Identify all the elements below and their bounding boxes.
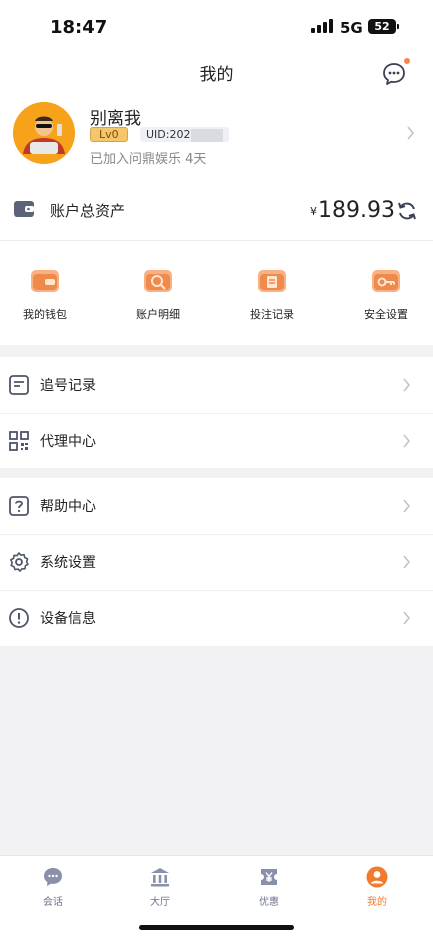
tab-mine[interactable]: 我的 [347, 866, 407, 912]
wallet-icon [31, 270, 59, 292]
status-time: 18:47 [50, 17, 108, 38]
quick-action-account-details[interactable]: 账户明细 [108, 267, 208, 327]
quick-action-label: 我的钱包 [23, 308, 67, 321]
message-bubble-icon[interactable] [381, 61, 407, 87]
menu-item-chase-records[interactable]: 追号记录 [0, 357, 433, 413]
gear-icon [10, 552, 29, 572]
uid-label: UID:202 [140, 127, 230, 142]
account-details-icon [144, 270, 172, 292]
chevron-right-icon [407, 126, 415, 140]
chevron-right-icon [403, 611, 411, 625]
question-box-icon [9, 496, 29, 516]
bet-record-icon [258, 270, 286, 292]
tab-label: 大厅 [150, 897, 170, 908]
notification-dot [404, 58, 410, 64]
quick-action-label: 投注记录 [250, 308, 294, 321]
chevron-right-icon [403, 434, 411, 448]
user-icon [366, 866, 388, 888]
username: 别离我 [90, 109, 141, 129]
battery-icon: 52 [368, 19, 399, 34]
chevron-right-icon [403, 555, 411, 569]
total-assets-row: 账户总资产 ¥ 189.93 [0, 178, 433, 241]
menu-item-label: 设备信息 [40, 611, 96, 627]
quick-actions: 我的钱包 账户明细 投注记录 安全设置 [0, 241, 433, 345]
page-title: 我的 [199, 65, 234, 85]
quick-action-label: 账户明细 [136, 308, 180, 321]
menu-item-help-center[interactable]: 帮助中心 [0, 478, 433, 534]
chat-icon [44, 868, 62, 886]
status-bar: 18:47 5G 52 [0, 0, 433, 54]
bank-icon [151, 868, 169, 887]
menu-item-label: 帮助中心 [40, 499, 96, 515]
menu-item-system-settings[interactable]: 系统设置 [0, 534, 433, 590]
menu-group-settings: 帮助中心 系统设置 设备信息 [0, 478, 433, 646]
level-badge: Lv0 [90, 127, 128, 142]
tab-label: 优惠 [259, 897, 279, 908]
document-lines-icon [9, 375, 29, 395]
tab-label: 会话 [43, 897, 63, 908]
menu-group-records: 追号记录 代理中心 [0, 357, 433, 468]
home-indicator [139, 925, 294, 930]
quick-action-bet-record[interactable]: 投注记录 [222, 267, 322, 327]
tab-lobby[interactable]: 大厅 [130, 866, 190, 912]
menu-item-label: 代理中心 [40, 434, 96, 450]
tab-chat[interactable]: 会话 [23, 866, 83, 912]
qr-grid-icon [9, 431, 29, 451]
network-label: 5G [340, 19, 363, 37]
uid-redaction [191, 128, 224, 142]
yen-coupon-icon [261, 869, 277, 885]
menu-item-device-info[interactable]: 设备信息 [0, 590, 433, 646]
chevron-right-icon [403, 378, 411, 392]
refresh-icon[interactable] [396, 200, 418, 222]
signal-icon [311, 19, 333, 33]
menu-item-agent-center[interactable]: 代理中心 [0, 413, 433, 469]
tab-label: 我的 [367, 897, 387, 908]
chevron-right-icon [403, 499, 411, 513]
quick-action-label: 安全设置 [364, 308, 408, 321]
avatar [13, 102, 75, 164]
quick-action-security[interactable]: 安全设置 [336, 267, 433, 327]
security-key-icon [372, 270, 400, 292]
wallet-icon [14, 201, 34, 217]
currency-symbol: ¥ [310, 205, 317, 218]
info-circle-icon [9, 608, 29, 628]
menu-item-label: 系统设置 [40, 555, 96, 571]
menu-item-label: 追号记录 [40, 378, 96, 394]
profile-card[interactable]: 别离我 Lv0 UID:202 已加入问鼎娱乐 4天 [0, 92, 433, 178]
page-header: 我的 [0, 54, 433, 92]
tab-promotions[interactable]: 优惠 [239, 866, 299, 912]
uid-text: UID:202 [146, 128, 191, 141]
assets-label: 账户总资产 [50, 202, 126, 220]
quick-action-wallet[interactable]: 我的钱包 [0, 267, 95, 327]
joined-text: 已加入问鼎娱乐 4天 [90, 152, 207, 167]
assets-amount: 189.93 [318, 198, 395, 223]
